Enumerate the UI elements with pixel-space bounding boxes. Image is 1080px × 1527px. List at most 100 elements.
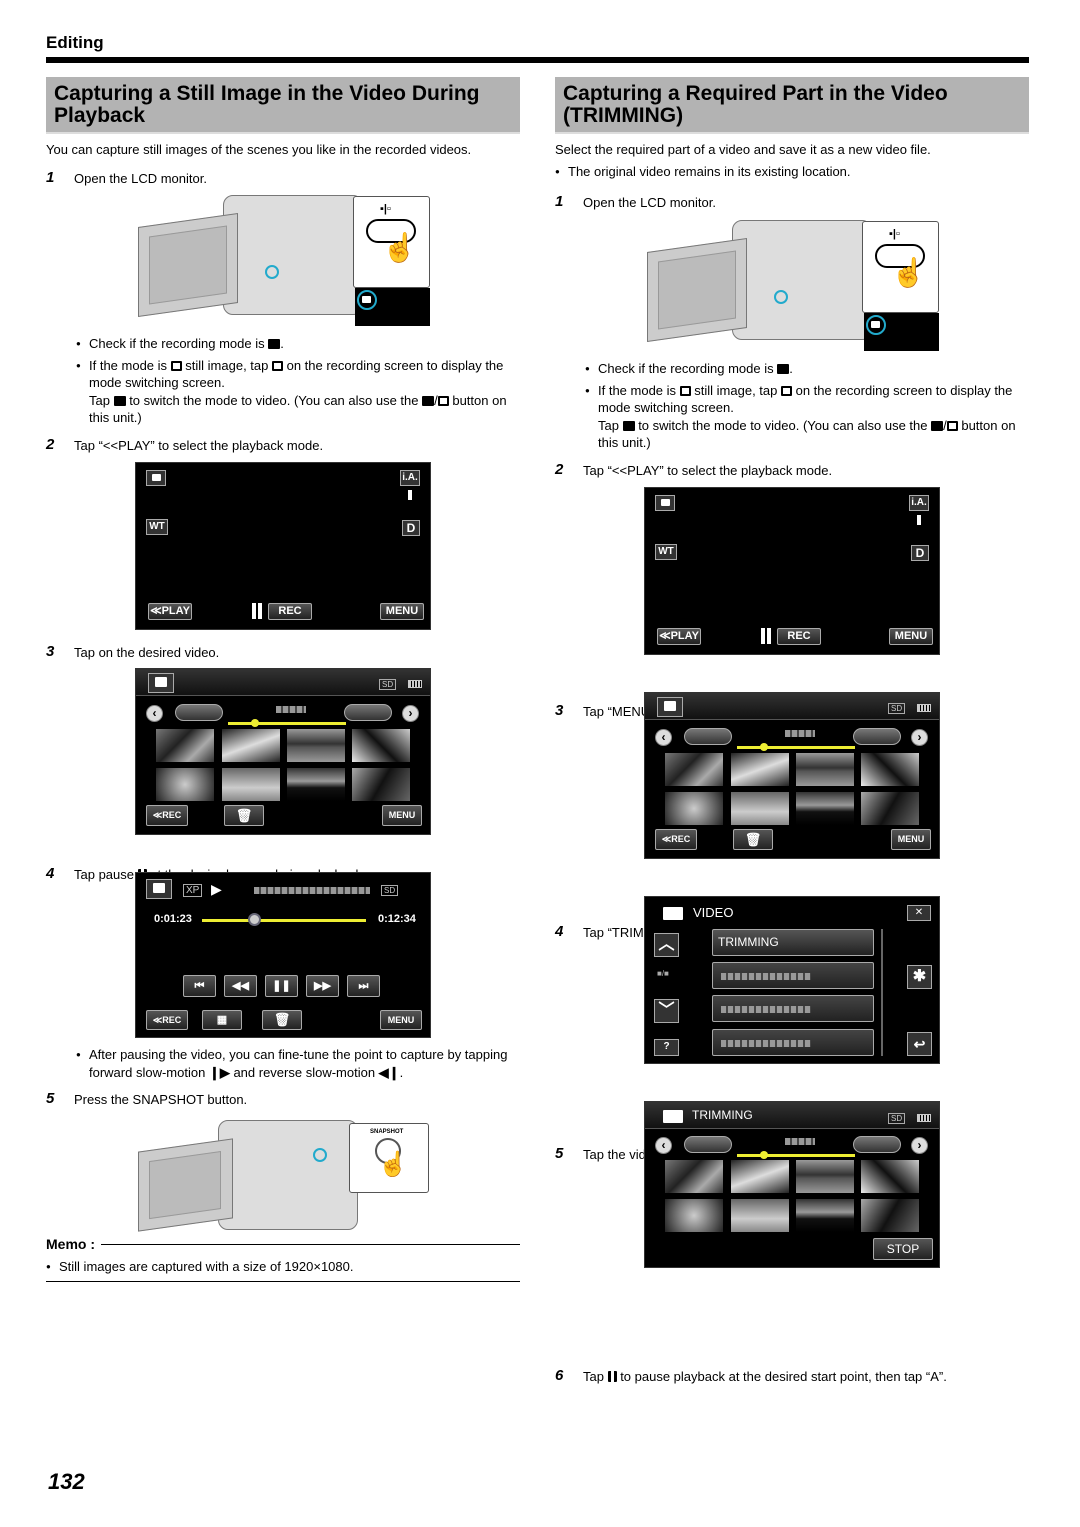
video-thumbnail[interactable] — [731, 1199, 789, 1232]
date-right-button[interactable] — [853, 728, 901, 745]
video-thumbnail[interactable] — [861, 792, 919, 825]
index-slider-knob[interactable] — [760, 1151, 768, 1159]
wt-button[interactable]: WT — [655, 544, 677, 560]
date-left-button[interactable] — [684, 1136, 732, 1153]
prev-page-button[interactable]: ‹ — [146, 705, 163, 722]
video-thumbnail[interactable] — [222, 729, 280, 762]
video-thumbnail[interactable] — [731, 792, 789, 825]
menu-item[interactable] — [712, 1029, 874, 1056]
index-slider-knob[interactable] — [251, 719, 259, 727]
video-mode-button[interactable] — [148, 673, 174, 693]
prev-page-button[interactable]: ‹ — [655, 729, 672, 746]
video-thumbnail[interactable] — [287, 768, 345, 801]
video-thumbnail[interactable] — [156, 729, 214, 762]
delete-button[interactable]: 🗑 — [262, 1010, 302, 1030]
camera-lcd — [138, 212, 238, 318]
video-thumbnail[interactable] — [352, 768, 410, 801]
playback-seek-bar[interactable] — [202, 919, 366, 922]
date-left-button[interactable] — [684, 728, 732, 745]
rec-button[interactable]: REC — [777, 628, 821, 645]
rec-button[interactable]: ≪REC — [146, 1010, 188, 1030]
video-thumbnail[interactable] — [796, 1160, 854, 1193]
back-button[interactable]: ↩ — [907, 1032, 932, 1056]
video-thumbnail[interactable] — [665, 1199, 723, 1232]
ia-button[interactable]: i.A. — [400, 470, 420, 486]
settings-button[interactable]: ✱ — [907, 965, 932, 989]
scroll-down-button[interactable]: ﹀ — [654, 999, 679, 1023]
date-right-button[interactable] — [853, 1136, 901, 1153]
play-button[interactable]: ≪PLAY — [148, 603, 192, 620]
wt-button[interactable]: WT — [146, 519, 168, 535]
step-text: Tap — [583, 1369, 608, 1384]
skip-forward-button[interactable]: ⏭ — [347, 975, 380, 997]
menu-scrollbar[interactable] — [881, 929, 883, 1056]
index-slider-knob[interactable] — [760, 743, 768, 751]
video-thumbnail[interactable] — [352, 729, 410, 762]
display-button[interactable]: D — [911, 545, 929, 561]
right-column: Capturing a Required Part in the Video (… — [555, 77, 1029, 211]
video-mode-button[interactable] — [146, 879, 172, 899]
rec-button[interactable]: ≪REC — [655, 829, 697, 850]
index-slider[interactable] — [228, 722, 346, 725]
left-step-3: 3 Tap on the desired video. — [46, 643, 520, 661]
rewind-button[interactable]: ◀◀ — [224, 975, 257, 997]
fast-forward-button[interactable]: ▶▶ — [306, 975, 339, 997]
scroll-up-button[interactable]: ︿ — [654, 933, 679, 957]
video-thumbnail[interactable] — [796, 753, 854, 786]
video-mode-button[interactable] — [146, 470, 166, 486]
left-step-1: 1 Open the LCD monitor. — [46, 169, 520, 187]
video-thumbnail[interactable] — [796, 1199, 854, 1232]
delete-button[interactable]: 🗑 — [733, 829, 773, 850]
ia-button[interactable]: i.A. — [909, 495, 929, 511]
video-mode-button[interactable] — [655, 495, 675, 511]
next-page-button[interactable]: › — [911, 729, 928, 746]
video-thumbnail[interactable] — [796, 792, 854, 825]
date-right-button[interactable] — [344, 704, 392, 721]
delete-button[interactable]: 🗑 — [224, 805, 264, 826]
next-page-button[interactable]: › — [911, 1137, 928, 1154]
pause-icon[interactable] — [761, 628, 771, 644]
index-slider[interactable] — [737, 746, 855, 749]
video-thumbnail[interactable] — [861, 753, 919, 786]
date-left-button[interactable] — [175, 704, 223, 721]
tap-hand-icon: ☝ — [378, 1151, 408, 1178]
video-thumbnail[interactable] — [287, 729, 345, 762]
close-button[interactable]: ✕ — [907, 905, 931, 921]
skip-back-button[interactable]: ⏮ — [183, 975, 216, 997]
pause-icon[interactable] — [252, 603, 262, 619]
video-thumbnail[interactable] — [665, 1160, 723, 1193]
index-slider[interactable] — [737, 1154, 855, 1157]
prev-page-button[interactable]: ‹ — [655, 1137, 672, 1154]
video-thumbnail[interactable] — [861, 1199, 919, 1232]
menu-item[interactable] — [712, 995, 874, 1022]
menu-button[interactable]: MENU — [889, 628, 933, 645]
lcd-recording-screen: i.A. WT D ≪PLAY REC MENU — [644, 487, 940, 655]
rec-button[interactable]: ≪REC — [146, 805, 188, 826]
display-button[interactable]: D — [402, 520, 420, 536]
lcd-index-screen: SD ‹ › ≪REC 🗑 MENU — [644, 692, 940, 859]
video-thumbnail[interactable] — [731, 753, 789, 786]
video-thumbnail[interactable] — [731, 1160, 789, 1193]
video-mode-button[interactable] — [657, 697, 683, 717]
camera-illustration-mode-button: ▪|▫ ☝ — [642, 215, 942, 355]
help-button[interactable]: ? — [654, 1039, 679, 1056]
menu-button[interactable]: MENU — [380, 603, 424, 620]
menu-item[interactable] — [712, 962, 874, 989]
right-intro-bullet: The original video remains in its existi… — [555, 163, 1029, 181]
menu-button[interactable]: MENU — [380, 1010, 422, 1030]
menu-button[interactable]: MENU — [891, 829, 931, 850]
video-thumbnail[interactable] — [222, 768, 280, 801]
stop-button[interactable]: STOP — [873, 1238, 933, 1260]
video-thumbnail[interactable] — [156, 768, 214, 801]
video-thumbnail[interactable] — [665, 792, 723, 825]
seek-knob[interactable] — [248, 913, 262, 926]
play-button[interactable]: ≪PLAY — [657, 628, 701, 645]
rec-button[interactable]: REC — [268, 603, 312, 620]
pause-button[interactable]: ❚❚ — [265, 975, 298, 997]
video-thumbnail[interactable] — [665, 753, 723, 786]
menu-item-trimming[interactable]: TRIMMING — [712, 929, 874, 956]
index-button[interactable]: ▦ — [202, 1010, 242, 1030]
next-page-button[interactable]: › — [402, 705, 419, 722]
menu-button[interactable]: MENU — [382, 805, 422, 826]
video-thumbnail[interactable] — [861, 1160, 919, 1193]
